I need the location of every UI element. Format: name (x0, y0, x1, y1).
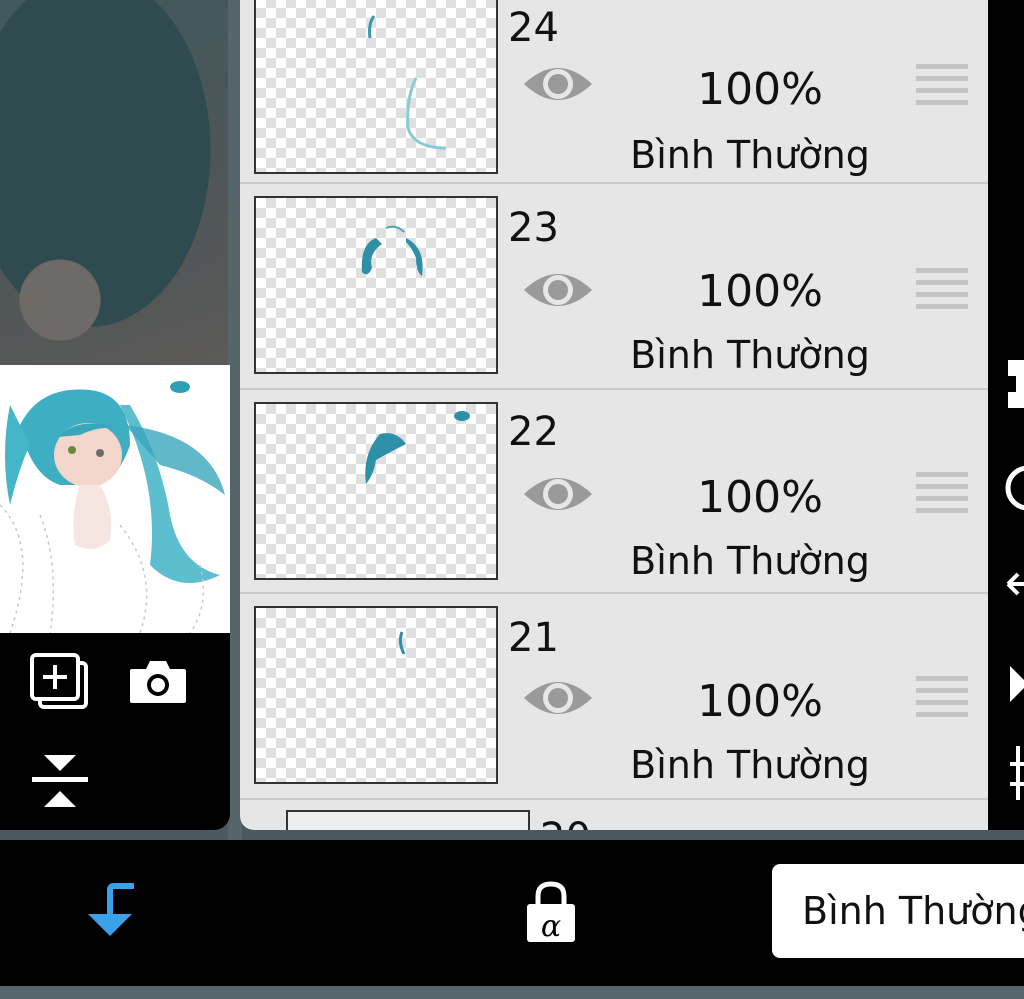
merge-down-button[interactable] (30, 751, 90, 811)
layer-art (365, 411, 470, 484)
layer-number: 21 (508, 615, 559, 661)
layer-thumbnail-partial (286, 810, 530, 830)
canvas-area[interactable] (0, 0, 240, 370)
layer-opacity[interactable]: 100% (680, 680, 840, 724)
side-toolbar-icons (1005, 360, 1024, 800)
eye-icon (524, 68, 592, 100)
visibility-toggle[interactable] (520, 56, 596, 112)
layer-number: 24 (508, 5, 559, 51)
drag-handle[interactable] (916, 470, 968, 518)
circle-icon (1005, 465, 1024, 511)
canvas-preview[interactable] (0, 365, 230, 634)
eye-icon (524, 682, 592, 714)
layer-row[interactable]: 23 100% Bình Thường (240, 186, 988, 390)
layer-opacity[interactable]: 100% (680, 270, 840, 314)
layer-row[interactable]: 22 100% Bình Thường (240, 390, 988, 594)
layer-blend-mode: Bình Thường (630, 539, 870, 583)
layer-row[interactable]: 21 100% Bình Thường (240, 596, 988, 800)
layer-tools-panel (0, 365, 230, 830)
drag-handle[interactable] (916, 266, 968, 314)
drag-handle[interactable] (916, 62, 968, 110)
visibility-toggle[interactable] (520, 670, 596, 726)
layer-art (398, 631, 406, 655)
drag-handle-icon (916, 676, 968, 717)
canvas-edge-bottom (0, 986, 1024, 999)
drag-handle-icon (916, 472, 968, 513)
layer-blend-mode: Bình Thường (630, 133, 870, 177)
drag-handle-icon (916, 268, 968, 309)
svg-text:α: α (541, 909, 561, 944)
split-icon (1010, 746, 1024, 800)
bottom-toolbar: α Bình Thường (0, 840, 1024, 986)
play-icon (1010, 666, 1024, 702)
alpha-lock-icon: α (527, 881, 575, 944)
add-layer-icon (30, 653, 88, 709)
camera-icon (130, 661, 186, 703)
arrow-down-left-icon (88, 883, 134, 936)
preview-artwork (0, 381, 225, 634)
checker-icon (1008, 360, 1024, 408)
visibility-toggle[interactable] (520, 262, 596, 318)
layer-number-partial: 20 (540, 818, 591, 830)
layer-blend-mode: Bình Thường (630, 743, 870, 787)
drag-handle[interactable] (916, 674, 968, 722)
layer-thumbnail (254, 0, 498, 174)
clipping-button[interactable] (84, 880, 140, 944)
merge-down-icon (32, 755, 88, 807)
layer-opacity[interactable]: 100% (680, 68, 840, 112)
layers-panel[interactable]: 24 100% Bình Thường 23 100% Bình Thường … (240, 0, 988, 830)
layer-thumbnail (254, 402, 498, 580)
alpha-lock-button[interactable]: α (524, 880, 578, 944)
import-photo-button[interactable] (128, 657, 188, 705)
layer-thumbnail (254, 196, 498, 374)
side-toolbar (988, 0, 1024, 830)
layer-number: 22 (508, 409, 559, 455)
drag-handle-icon (916, 64, 968, 105)
layer-art (368, 15, 447, 150)
add-layer-button[interactable] (30, 653, 90, 709)
layer-opacity[interactable]: 100% (680, 476, 840, 520)
layer-row[interactable]: 24 100% Bình Thường (240, 0, 988, 184)
layer-blend-mode: Bình Thường (630, 333, 870, 377)
layer-art (361, 225, 423, 276)
visibility-toggle[interactable] (520, 466, 596, 522)
eye-icon (524, 478, 592, 510)
layer-thumbnail (254, 606, 498, 784)
arrow-left-icon (1006, 572, 1024, 596)
layer-number: 23 (508, 205, 559, 251)
blend-mode-select[interactable]: Bình Thường (772, 864, 1024, 958)
eye-icon (524, 274, 592, 306)
